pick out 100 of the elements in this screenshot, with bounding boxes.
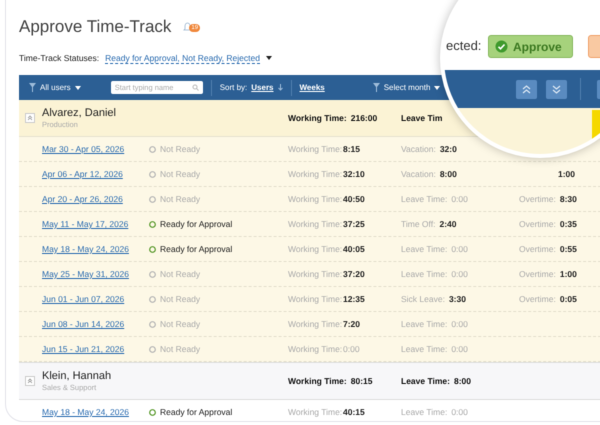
- status-label: Not Ready: [160, 194, 200, 204]
- collapse-all-button[interactable]: [516, 80, 537, 99]
- time-value: 8:00: [440, 169, 457, 179]
- page-title: Approve Time-Track: [19, 17, 172, 37]
- field-label: Leave Time:: [401, 269, 448, 279]
- approve-button[interactable]: Approve: [488, 35, 573, 58]
- time-value: 37:25: [343, 219, 365, 229]
- status-label: Not Ready: [160, 294, 200, 304]
- status-label: Ready for Approval: [160, 219, 232, 229]
- status-label: Not Ready: [160, 169, 200, 179]
- week-link[interactable]: Apr 20 - Apr 26, 2026: [42, 194, 149, 204]
- status-label: Not Ready: [160, 319, 200, 329]
- field-label: Working Time:: [288, 319, 339, 329]
- time-value: 0:00: [451, 269, 468, 279]
- time-value: 80:15: [350, 376, 372, 386]
- time-value: 0:00: [451, 319, 468, 329]
- time-value: 40:15: [343, 407, 365, 417]
- week-link[interactable]: Jun 01 - Jun 07, 2026: [42, 294, 149, 304]
- caret-icon: [74, 86, 81, 90]
- time-value: 32:0: [440, 144, 457, 154]
- field-label: Vacation:: [401, 144, 436, 154]
- filter-icon: [372, 83, 380, 92]
- time-value: 1:00: [558, 169, 576, 179]
- field-label: Time Off:: [401, 219, 436, 229]
- status-label: Not Ready: [160, 144, 200, 154]
- status-filter-link[interactable]: Ready for Approval, Not Ready, Rejected: [105, 52, 260, 64]
- selected-label: ected:: [446, 38, 482, 53]
- field-label: Working Time:: [288, 219, 339, 229]
- time-value: 8:00: [454, 376, 471, 386]
- status-label: Not Ready: [160, 344, 200, 354]
- status-label: Ready for Approval: [160, 244, 232, 254]
- week-link[interactable]: May 25 - May 31, 2026: [42, 269, 149, 279]
- caret-icon: [434, 86, 440, 90]
- time-value: 3:30: [448, 294, 466, 304]
- time-value: 0:35: [560, 219, 577, 229]
- collapse-icon[interactable]: [25, 113, 35, 123]
- scrollbar-thumb: [592, 110, 600, 140]
- field-label: Working Time:: [288, 269, 339, 279]
- field-label: Leave Time:: [401, 194, 448, 204]
- double-down-icon: [552, 85, 561, 94]
- week-link[interactable]: May 11 - May 17, 2026: [42, 219, 149, 229]
- bell-icon: [183, 22, 192, 32]
- field-label: Sick Leave:: [401, 294, 445, 304]
- time-value: 40:05: [343, 244, 365, 254]
- time-value: 216:00: [350, 113, 378, 123]
- field-label: Overtime:: [519, 269, 556, 279]
- week-link[interactable]: Jun 08 - Jun 14, 2026: [42, 319, 149, 329]
- time-value: 2:40: [439, 219, 456, 229]
- field-label: Working Time:: [288, 294, 339, 304]
- caret-icon: [266, 56, 272, 60]
- field-label: Working Time:: [288, 144, 339, 154]
- search-icon: [192, 84, 199, 91]
- time-value: 0:00: [451, 407, 468, 417]
- field-label: Leave Time:: [401, 319, 448, 329]
- employee-name[interactable]: Alvarez, Daniel: [42, 107, 288, 119]
- field-label: Working Time:: [288, 376, 347, 386]
- time-value: 0:05: [560, 294, 577, 304]
- time-value: 0:00: [343, 344, 360, 354]
- period-tab[interactable]: Weeks: [300, 83, 325, 92]
- field-label: Leave Time:: [401, 244, 448, 254]
- field-label: Working Time:: [288, 244, 339, 254]
- status-label: Ready for Approval: [160, 407, 232, 417]
- field-label: Leave Time:: [401, 407, 448, 417]
- week-link[interactable]: Mar 30 - Apr 05, 2026: [42, 144, 149, 154]
- field-label: Overtime:: [519, 244, 556, 254]
- sort-label: Sort by:: [220, 83, 248, 92]
- week-link[interactable]: Apr 06 - Apr 12, 2026: [42, 169, 149, 179]
- field-label: Overtime:: [519, 219, 556, 229]
- field-label: Leave Time:: [401, 376, 450, 386]
- time-value: 1:00: [560, 269, 577, 279]
- month-dropdown[interactable]: Select month: [372, 83, 440, 92]
- time-value: 8:15: [343, 144, 360, 154]
- time-value: 0:00: [451, 194, 468, 204]
- week-link[interactable]: May 18 - May 24, 2026: [42, 407, 149, 417]
- users-dropdown[interactable]: All users: [29, 83, 81, 92]
- field-label: Working Time:: [288, 344, 339, 354]
- filter-label: Time-Track Statuses:: [19, 53, 100, 63]
- field-label: Overtime:: [519, 294, 556, 304]
- time-value: 0:55: [560, 244, 577, 254]
- week-link[interactable]: May 18 - May 24, 2026: [42, 244, 149, 254]
- time-value: 7:20: [343, 319, 360, 329]
- expand-all-button[interactable]: [546, 80, 567, 99]
- field-label: Overtime:: [519, 194, 556, 204]
- collapse-icon[interactable]: [25, 376, 35, 386]
- employee-name[interactable]: Klein, Hannah: [42, 370, 288, 382]
- double-up-icon: [522, 85, 531, 94]
- check-icon: [495, 40, 508, 53]
- time-value: 32:10: [343, 169, 365, 179]
- filter-icon: [29, 83, 36, 92]
- field-label: Working Time:: [288, 169, 339, 179]
- sort-dropdown[interactable]: Users: [251, 83, 283, 92]
- field-label: Working Time:: [288, 194, 339, 204]
- sort-arrow-icon: [278, 84, 283, 91]
- status-label: Not Ready: [160, 269, 200, 279]
- field-label: Leave Tim: [401, 113, 442, 123]
- field-label: Leave Time:: [401, 344, 448, 354]
- time-value: 0:00: [451, 344, 468, 354]
- field-label: Working Time:: [288, 407, 339, 417]
- field-label: Vacation:: [401, 169, 436, 179]
- week-link[interactable]: Jun 15 - Jun 21, 2026: [42, 344, 149, 354]
